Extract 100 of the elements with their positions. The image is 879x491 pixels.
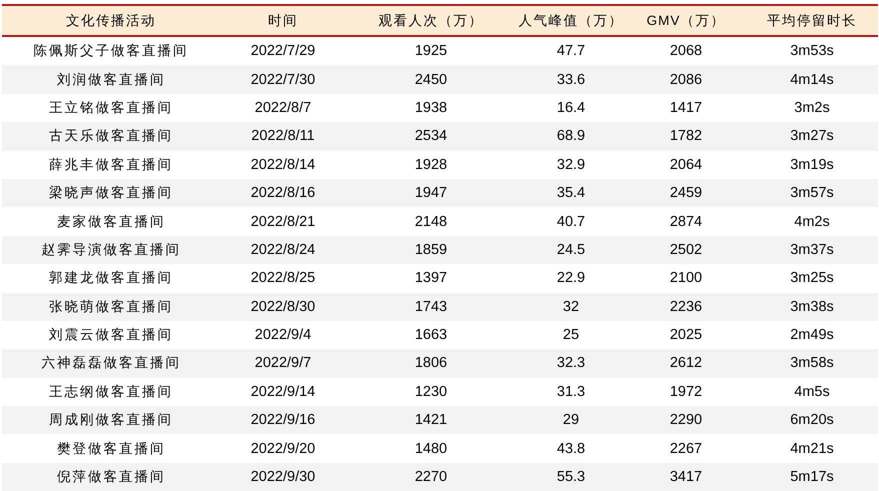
table-cell-text: 2022/9/16 bbox=[250, 412, 316, 428]
table-cell-text: 2068 bbox=[668, 43, 704, 60]
table-cell-text: 1743 bbox=[414, 298, 448, 315]
table-cell-text: 2270 bbox=[414, 469, 448, 486]
table-cell-text: 2534 bbox=[414, 128, 448, 144]
table-cell-text: 2m49s bbox=[789, 327, 835, 344]
table-cell-text: 55.3 bbox=[556, 469, 586, 486]
table-cell-text: 2022/8/7 bbox=[254, 100, 312, 116]
table-cell-text: 4m2s bbox=[793, 214, 831, 230]
table-cell-text: 3m2s bbox=[793, 100, 831, 116]
table-cell-text: 倪萍做客直播间 bbox=[56, 468, 166, 486]
table-cell-text: 1230 bbox=[414, 384, 448, 400]
table-cell-text: 薛兆丰做客直播间 bbox=[48, 156, 174, 174]
table-cell-text: 2022/8/30 bbox=[250, 298, 316, 315]
table-cell-text: 1397 bbox=[414, 270, 448, 286]
column-header: 平均停留时长 bbox=[766, 12, 858, 30]
table-cell-text: 1972 bbox=[668, 384, 704, 400]
table-cell-text: 2459 bbox=[668, 185, 704, 202]
table-cell-text: 3m19s bbox=[789, 156, 835, 173]
table-cell-text: 4m21s bbox=[789, 440, 835, 457]
table-cell-text: 1938 bbox=[414, 100, 448, 116]
table-cell-text: 3m58s bbox=[789, 355, 835, 372]
table-cell-text: 2022/8/16 bbox=[250, 185, 316, 202]
table-cell-text: 1421 bbox=[414, 412, 448, 428]
table-cell-text: 47.7 bbox=[556, 43, 586, 60]
table-cell-text: 5m17s bbox=[789, 469, 835, 486]
table-cell-text: 2022/8/21 bbox=[250, 214, 316, 230]
table-cell-text: 古天乐做客直播间 bbox=[48, 127, 174, 146]
table-cell-text: 陈佩斯父子做客直播间 bbox=[32, 42, 190, 60]
table-cell-text: 王立铭做客直播间 bbox=[48, 98, 174, 117]
table-cell-text: 3m37s bbox=[789, 242, 835, 258]
table-cell-text: 刘震云做客直播间 bbox=[48, 326, 174, 344]
table-cell-text: 2450 bbox=[414, 72, 448, 88]
table-cell-text: 40.7 bbox=[556, 214, 586, 230]
table-cell-text: 31.3 bbox=[556, 384, 586, 400]
table-cell-text: 3m38s bbox=[789, 298, 835, 315]
table-cell-text: 22.9 bbox=[556, 270, 586, 286]
column-header: 时间 bbox=[267, 12, 299, 30]
table-cell-text: 2267 bbox=[668, 440, 704, 457]
table-cell-text: 68.9 bbox=[556, 128, 586, 144]
table-cell-text: 樊登做客直播间 bbox=[56, 440, 166, 458]
table-cell-text: 3m25s bbox=[789, 270, 835, 286]
table-cell-text: 梁晓声做客直播间 bbox=[48, 184, 174, 202]
table-cell-text: 2022/8/25 bbox=[250, 270, 316, 286]
table-cell-text: 2874 bbox=[668, 214, 704, 230]
table-cell-text: 6m20s bbox=[789, 412, 835, 428]
table-cell-text: 2025 bbox=[668, 327, 704, 344]
table-cell-text: 赵霁导演做客直播间 bbox=[40, 240, 182, 259]
table-cell-text: 2022/8/14 bbox=[250, 156, 316, 173]
column-header: 人气峰值（万） bbox=[518, 12, 624, 30]
table-cell-text: 2236 bbox=[668, 298, 704, 315]
table-cell-text: 3m57s bbox=[789, 185, 835, 202]
table-cell-text: 32.9 bbox=[556, 156, 586, 173]
table-cell-text: 2022/7/29 bbox=[250, 43, 316, 60]
table-cell-text: 32.3 bbox=[556, 355, 586, 372]
table-cell-text: 1480 bbox=[414, 440, 448, 457]
table-cell-text: 张晓萌做客直播间 bbox=[48, 298, 174, 316]
table-cell-text: 2612 bbox=[668, 355, 704, 372]
table-cell-text: 1947 bbox=[414, 185, 448, 202]
table-cell-text: 3m53s bbox=[789, 43, 835, 60]
table-cell-text: 王志纲做客直播间 bbox=[48, 382, 174, 401]
table-cell-text: 33.6 bbox=[556, 72, 586, 88]
table-cell-text: 周成刚做客直播间 bbox=[48, 411, 174, 430]
table-cell-text: 2022/9/30 bbox=[250, 469, 316, 486]
table-cell-text: 2022/9/4 bbox=[254, 327, 312, 344]
table-cell-text: 1663 bbox=[414, 327, 448, 344]
table-cell-text: 32 bbox=[562, 298, 580, 315]
table-cell-text: 1782 bbox=[668, 128, 704, 144]
table-cell-text: 3417 bbox=[668, 469, 704, 486]
table-cell-text: 麦家做客直播间 bbox=[56, 212, 166, 231]
table-cell-text: 1859 bbox=[414, 242, 448, 258]
table-cell-text: 2148 bbox=[414, 214, 448, 230]
table-cell-text: 25 bbox=[562, 327, 580, 344]
table-cell-text: 16.4 bbox=[556, 100, 586, 116]
column-header: GMV（万） bbox=[646, 12, 726, 30]
table-cell-text: 1925 bbox=[414, 43, 448, 60]
table-cell-text: 35.4 bbox=[556, 185, 586, 202]
table-cell-text: 2022/9/7 bbox=[254, 355, 312, 372]
table-cell-text: 六神磊磊做客直播间 bbox=[40, 354, 182, 372]
table-cell-text: 2100 bbox=[668, 270, 704, 286]
table-cell-text: 1806 bbox=[414, 355, 448, 372]
table-cell-text: 43.8 bbox=[556, 440, 586, 457]
table-cell-text: 刘润做客直播间 bbox=[56, 70, 166, 89]
table-cell-text: 24.5 bbox=[556, 242, 586, 258]
table-cell-text: 2502 bbox=[668, 242, 704, 258]
column-header: 文化传播活动 bbox=[65, 12, 157, 30]
table-cell-text: 1417 bbox=[668, 100, 704, 116]
column-header: 观看人次（万） bbox=[378, 12, 484, 30]
table-cell-text: 2022/8/24 bbox=[250, 242, 316, 258]
table-cell-text: 1928 bbox=[414, 156, 448, 173]
table-cell-text: 2022/7/30 bbox=[250, 72, 316, 88]
table-cell-text: 29 bbox=[562, 412, 580, 428]
table-cell-text: 4m5s bbox=[793, 384, 831, 400]
table-cell-text: 郭建龙做客直播间 bbox=[48, 269, 174, 288]
table-cell-text: 4m14s bbox=[789, 72, 835, 88]
table-cell-text: 2290 bbox=[668, 412, 704, 428]
table-cell-text: 2022/9/20 bbox=[250, 440, 316, 457]
table-cell-text: 2022/8/11 bbox=[250, 128, 316, 144]
table-cell-text: 2022/9/14 bbox=[250, 384, 316, 400]
table-cell-text: 3m27s bbox=[789, 128, 835, 144]
